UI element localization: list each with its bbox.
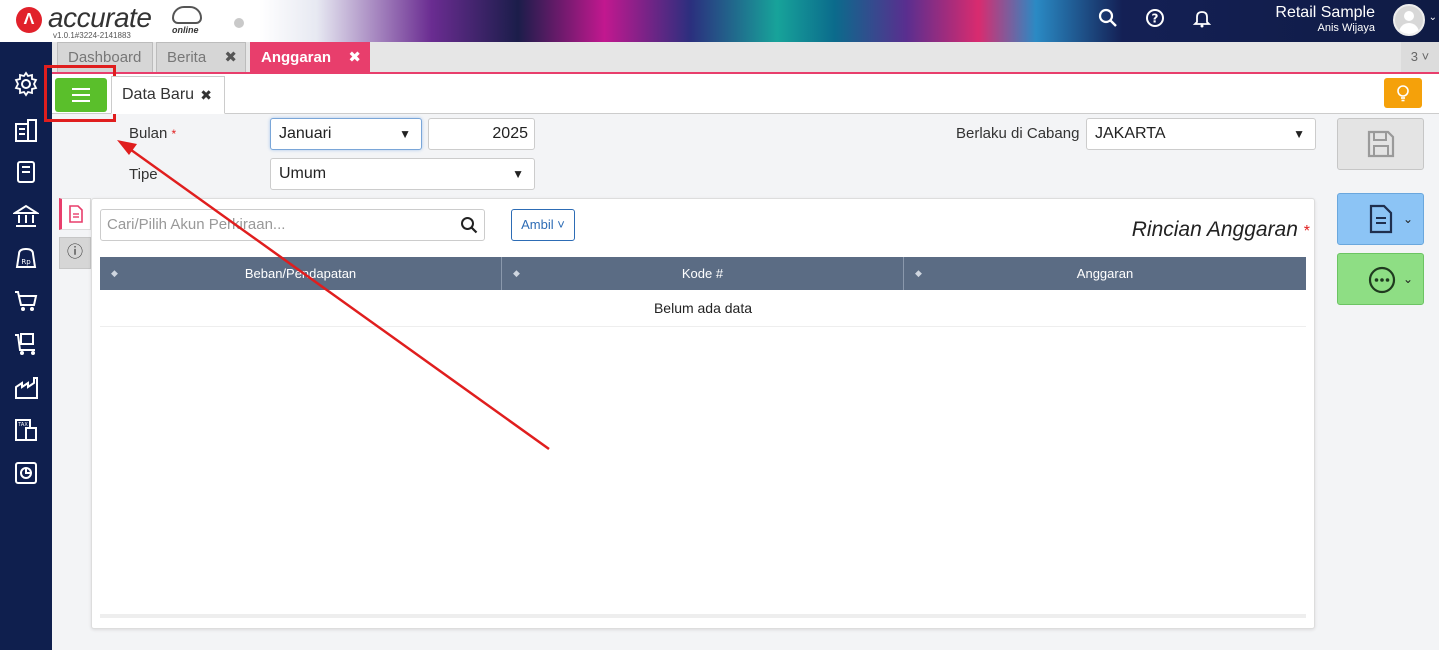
company-building-icon[interactable]: [13, 117, 39, 143]
logo-subtext: online: [172, 25, 199, 35]
info-icon: ⓘ: [66, 244, 83, 261]
column-label: Anggaran: [1076, 266, 1134, 281]
svg-text:TAX: TAX: [17, 422, 28, 428]
table-header: ◆ Beban/Pendapatan ◆ Kode # ◆ Anggaran: [100, 257, 1306, 290]
sort-icon[interactable]: ◆: [513, 257, 520, 290]
logo-text: accurate: [48, 2, 152, 33]
column-label: Kode #: [681, 266, 724, 281]
tab-label: Anggaran: [261, 49, 332, 66]
svg-text:Rp: Rp: [21, 258, 31, 266]
sort-icon[interactable]: ◆: [915, 257, 922, 290]
bulan-label: Bulan *: [129, 125, 176, 142]
tipe-label: Tipe: [129, 166, 158, 183]
bulan-value: Januari: [279, 125, 332, 142]
cloud-icon: [172, 6, 202, 24]
app-version: v1.0.1#3224-2141883: [53, 31, 131, 40]
company-info[interactable]: Retail Sample Anis Wijaya: [1275, 4, 1375, 34]
bulan-select[interactable]: Januari ▼: [270, 118, 422, 150]
tab-anggaran[interactable]: Anggaran ✖: [250, 42, 370, 72]
document-icon: [69, 205, 83, 223]
avatar[interactable]: [1393, 4, 1425, 36]
required-mark: *: [171, 127, 177, 141]
inventory-factory-icon[interactable]: [13, 375, 39, 401]
empty-table-message: Belum ada data: [100, 290, 1306, 327]
tipe-value: Umum: [279, 165, 327, 182]
column-label: Beban/Pendapatan: [244, 266, 357, 281]
column-anggaran[interactable]: ◆ Anggaran: [904, 257, 1306, 290]
chevron-down-icon[interactable]: ⌄: [1429, 12, 1437, 23]
bulan-label-text: Bulan: [129, 125, 168, 142]
chevron-down-icon: ▼: [1293, 127, 1305, 141]
tab-detail-list[interactable]: [59, 198, 91, 230]
section-title: Rincian Anggaran *: [1100, 218, 1310, 242]
chevron-down-icon: ▼: [399, 127, 411, 141]
payable-bag-icon[interactable]: Rp: [13, 245, 39, 271]
help-icon[interactable]: ?: [1144, 8, 1166, 30]
purchase-cart-icon[interactable]: [13, 331, 39, 357]
section-title-text: Rincian Anggaran: [1131, 218, 1298, 241]
cabang-label: Berlaku di Cabang: [956, 125, 1080, 142]
tab-label: Berita: [167, 49, 207, 66]
report-chart-icon[interactable]: [13, 460, 39, 486]
subtab-bar: [52, 74, 1439, 114]
save-disk-icon: [1367, 130, 1395, 158]
user-name: Anis Wijaya: [1317, 22, 1375, 34]
more-actions-button[interactable]: ⌄: [1337, 253, 1424, 305]
settings-gear-icon[interactable]: [13, 71, 39, 97]
ledger-book-icon[interactable]: [13, 159, 39, 185]
close-icon[interactable]: ✖: [348, 43, 361, 73]
lightbulb-tips-button[interactable]: [1384, 78, 1422, 108]
shopping-cart-icon[interactable]: [13, 288, 39, 314]
cabang-select[interactable]: JAKARTA ▼: [1086, 118, 1316, 150]
required-mark: *: [1303, 223, 1310, 240]
app-logo[interactable]: Λ accurate online v1.0.1#3224-2141883: [16, 2, 256, 40]
tipe-select[interactable]: Umum ▼: [270, 158, 535, 190]
logo-mark-icon: Λ: [16, 7, 42, 33]
tax-document-icon[interactable]: TAX: [13, 417, 39, 443]
chevron-down-icon: ⌄: [1402, 212, 1413, 226]
sidebar: Rp TAX: [0, 42, 52, 650]
sort-icon[interactable]: ◆: [111, 257, 118, 290]
tab-count-dropdown[interactable]: 3 ˅: [1401, 42, 1439, 72]
ambil-button[interactable]: Ambil ˅: [511, 209, 575, 241]
close-icon[interactable]: ✖: [200, 77, 212, 113]
search-icon[interactable]: [460, 216, 478, 234]
document-menu-button[interactable]: ⌄: [1337, 193, 1424, 245]
cabang-value: JAKARTA: [1095, 125, 1166, 142]
search-placeholder: Cari/Pilih Akun Perkiraan...: [107, 216, 286, 233]
bank-icon[interactable]: [11, 203, 41, 229]
chevron-down-icon: ▼: [512, 167, 524, 181]
more-dots-icon: [1368, 266, 1396, 294]
top-header: Λ accurate online v1.0.1#3224-2141883 ? …: [0, 0, 1439, 42]
tab-label: Dashboard: [68, 49, 142, 66]
subtab-label: Data Baru: [122, 86, 195, 103]
svg-text:?: ?: [1152, 12, 1159, 26]
column-beban-pendapatan[interactable]: ◆ Beban/Pendapatan: [100, 257, 502, 290]
save-button[interactable]: [1337, 118, 1424, 170]
chevron-down-icon: ⌄: [1402, 272, 1413, 286]
lightbulb-icon: [1397, 85, 1409, 102]
tab-berita[interactable]: Berita ✖: [156, 42, 246, 72]
company-name: Retail Sample: [1275, 4, 1375, 21]
close-icon[interactable]: ✖: [224, 43, 237, 73]
highlight-box: [44, 65, 116, 122]
tahun-input[interactable]: 2025: [428, 118, 535, 150]
account-search-input[interactable]: Cari/Pilih Akun Perkiraan...: [100, 209, 485, 241]
tab-data-baru[interactable]: Data Baru ✖: [111, 76, 225, 114]
status-dot-icon: [234, 18, 244, 28]
bell-icon[interactable]: [1191, 8, 1213, 30]
module-tab-strip: Dashboard Berita ✖ Anggaran ✖ 3 ˅: [52, 42, 1439, 74]
document-icon: [1369, 204, 1393, 234]
column-kode[interactable]: ◆ Kode #: [502, 257, 904, 290]
horizontal-scrollbar[interactable]: [100, 614, 1306, 618]
tab-info[interactable]: ⓘ: [59, 237, 91, 269]
search-icon[interactable]: [1097, 8, 1119, 30]
